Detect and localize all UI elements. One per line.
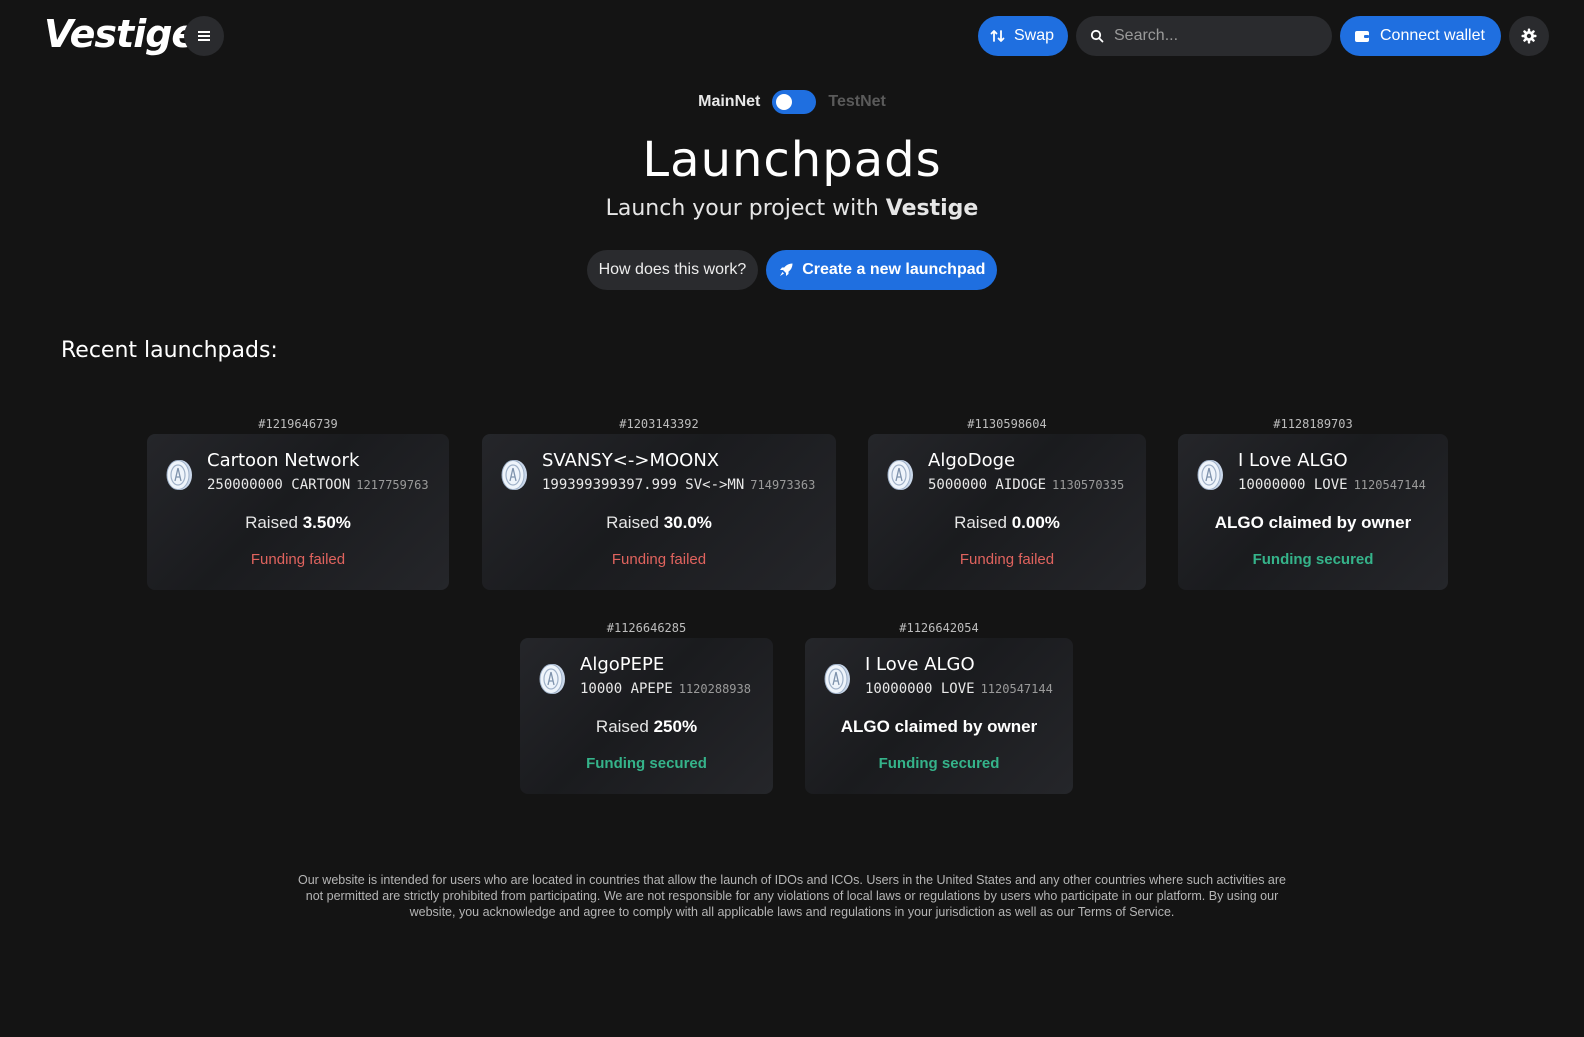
raised-value: 3.50%: [302, 513, 351, 532]
raised-value: 30.0%: [663, 513, 712, 532]
launchpad-amount: 250000000 CARTOON: [207, 477, 351, 493]
status-badge: Funding failed: [611, 551, 707, 568]
launchpad-card[interactable]: #1126646285 AlgoPEPE 10000 APEPE 11202889…: [520, 620, 773, 794]
asset-id: 714973363: [750, 478, 816, 492]
mainnet-label[interactable]: MainNet: [698, 93, 760, 111]
connect-wallet-button[interactable]: Connect wallet: [1340, 16, 1501, 56]
create-launchpad-button[interactable]: Create a new launchpad: [766, 250, 998, 290]
raised-value: 0.00%: [1011, 513, 1060, 532]
vestige-logo[interactable]: Vestige: [44, 12, 197, 56]
legal-disclaimer: Our website is intended for users who ar…: [297, 873, 1286, 919]
switch-knob: [776, 94, 793, 110]
network-switch[interactable]: [772, 90, 817, 114]
launchpad-amount: 5000000 AIDOGE: [928, 477, 1047, 493]
coin-icon: [1197, 460, 1223, 490]
menu-button[interactable]: [184, 16, 224, 56]
launchpad-amount: 199399399397.999 SV<->MN: [542, 477, 745, 493]
settings-button[interactable]: [1509, 16, 1549, 56]
search-input[interactable]: [1114, 27, 1314, 45]
coin-icon: [824, 664, 850, 694]
raised-label: Raised: [954, 513, 1007, 532]
subtitle-text: Launch your project with: [605, 196, 879, 221]
raised-value: 250%: [653, 717, 698, 736]
raised-value: ALGO claimed by owner: [840, 717, 1038, 736]
asset-id: 1120288938: [678, 682, 751, 696]
launchpad-card[interactable]: #1128189703 I Love ALGO 10000000 LOVE 112…: [1178, 416, 1448, 590]
raised-value: ALGO claimed by owner: [1214, 513, 1412, 532]
launchpad-name: I Love ALGO: [1238, 450, 1348, 471]
coin-icon: [501, 460, 527, 490]
wallet-icon: [1355, 31, 1369, 42]
asset-id: 1130570335: [1052, 478, 1125, 492]
page-subtitle: Launch your project with Vestige: [0, 196, 1584, 221]
launchpad-card[interactable]: #1130598604 AlgoDoge 5000000 AIDOGE 11305…: [868, 416, 1146, 590]
raised-label: Raised: [606, 513, 659, 532]
asset-id: 1217759763: [356, 478, 429, 492]
testnet-label[interactable]: TestNet: [828, 93, 886, 111]
swap-button[interactable]: Swap: [978, 16, 1068, 56]
status-badge: Funding secured: [586, 755, 707, 772]
search-icon: [1090, 29, 1104, 43]
swap-icon: [990, 30, 1005, 42]
launchpad-card[interactable]: #1203143392 SVANSY<->MOONX 199399399397.…: [482, 416, 836, 590]
launchpad-amount: 10000000 LOVE: [1238, 477, 1348, 493]
launchpad-id: #1126646285: [606, 621, 687, 635]
connect-wallet-label: Connect wallet: [1380, 27, 1485, 44]
launchpad-id: #1219646739: [258, 417, 338, 431]
launchpad-id: #1203143392: [619, 417, 699, 431]
rocket-icon: [780, 263, 793, 276]
page-title: Launchpads: [642, 132, 942, 188]
launchpad-id: #1126642054: [899, 621, 979, 635]
launchpad-name: SVANSY<->MOONX: [542, 450, 720, 471]
asset-id: 1120547144: [1353, 478, 1426, 492]
swap-label: Swap: [1014, 27, 1055, 44]
coin-icon: [166, 460, 192, 490]
raised-label: Raised: [245, 513, 298, 532]
coin-icon: [887, 460, 913, 490]
how-it-works-button[interactable]: How does this work?: [586, 250, 759, 290]
status-badge: Funding secured: [1252, 551, 1374, 568]
launchpad-name: Cartoon Network: [207, 450, 360, 471]
create-launchpad-label: Create a new launchpad: [802, 261, 986, 278]
asset-id: 1120547144: [980, 682, 1053, 696]
launchpad-name: AlgoPEPE: [580, 654, 665, 675]
cta-row: How does this work? Create a new launchp…: [0, 250, 1584, 290]
subtitle-brand: Vestige: [885, 196, 979, 221]
launchpad-amount: 10000000 LOVE: [865, 681, 975, 697]
gear-icon: [1521, 28, 1537, 44]
top-bar: Vestige Swap Connect wallet: [0, 0, 1584, 72]
status-badge: Funding secured: [878, 755, 1000, 772]
menu-icon: [198, 31, 210, 41]
launchpad-card[interactable]: #1219646739 Cartoon Network 250000000 CA…: [147, 416, 449, 590]
recent-launchpads-title: Recent launchpads:: [61, 338, 278, 363]
launchpad-id: #1130598604: [967, 417, 1047, 431]
launchpad-name: AlgoDoge: [928, 450, 1016, 471]
status-badge: Funding failed: [250, 551, 346, 568]
launchpad-name: I Love ALGO: [865, 654, 975, 675]
raised-label: Raised: [595, 717, 649, 736]
launchpad-amount: 10000 APEPE: [580, 681, 673, 697]
search-box[interactable]: [1076, 16, 1332, 56]
status-badge: Funding failed: [959, 551, 1055, 568]
launchpad-card[interactable]: #1126642054 I Love ALGO 10000000 LOVE 112…: [805, 620, 1073, 794]
launchpad-id: #1128189703: [1273, 417, 1353, 431]
coin-icon: [539, 664, 565, 694]
network-toggle: MainNet TestNet: [0, 90, 1584, 114]
